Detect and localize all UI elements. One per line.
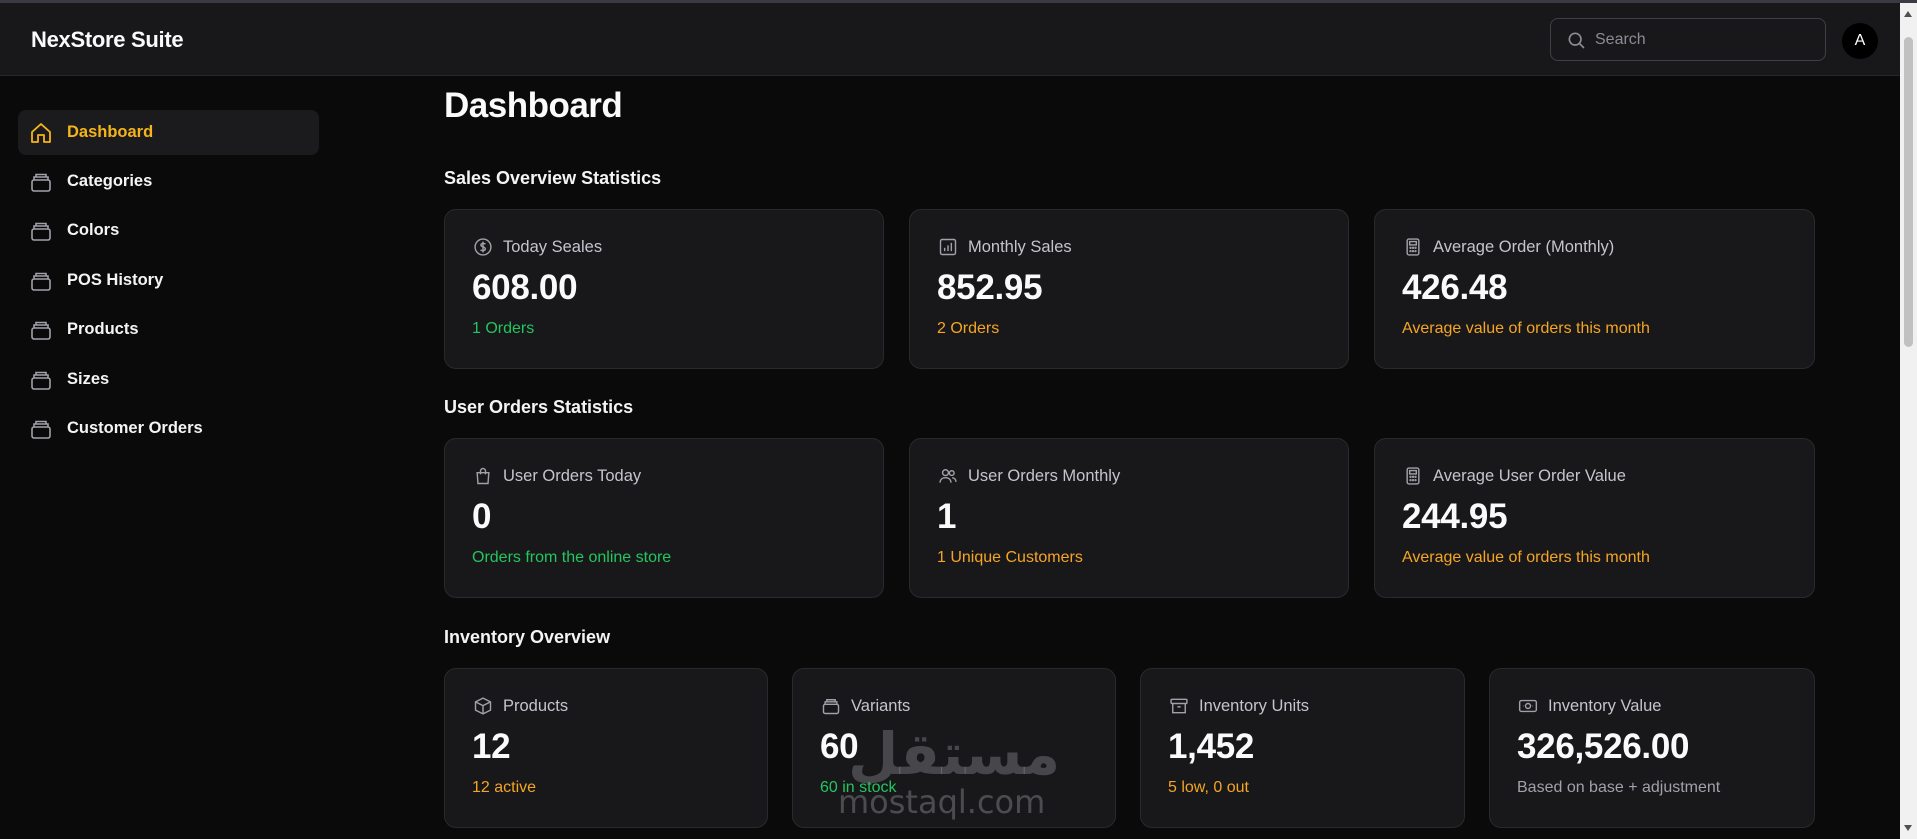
card-subtext: 2 Orders (937, 320, 1000, 337)
box-icon (28, 268, 54, 294)
card-label: Monthly Sales (968, 237, 1072, 256)
card-subtext: 5 low, 0 out (1168, 779, 1249, 796)
section-title-user-orders: User Orders Statistics (444, 397, 634, 417)
card-value: 608.00 (472, 268, 578, 307)
box-icon (28, 169, 54, 195)
box-icon (28, 317, 54, 343)
home-icon (28, 120, 54, 146)
box-icon (28, 416, 54, 442)
package-icon (472, 695, 494, 717)
stat-card-user-orders-today: User Orders Today 0 Orders from the onli… (444, 438, 884, 598)
sidebar-item-products[interactable]: Products (18, 307, 319, 352)
card-value: 60 (820, 727, 859, 766)
sidebar-item-label: Dashboard (67, 123, 154, 141)
sidebar-item-dashboard[interactable]: Dashboard (18, 110, 319, 155)
stat-card-average-order: Average Order (Monthly) 426.48 Average v… (1374, 209, 1815, 369)
shopping-bag-icon (472, 465, 494, 487)
card-subtext: 1 Orders (472, 320, 535, 337)
card-subtext: Average value of orders this month (1402, 549, 1650, 566)
box-icon (820, 695, 842, 717)
calculator-icon (1402, 236, 1424, 258)
calculator-icon (1402, 465, 1424, 487)
card-label: Products (503, 696, 569, 715)
card-label: Today Seales (503, 237, 603, 256)
stat-card-user-orders-monthly: User Orders Monthly 1 1 Unique Customers (909, 438, 1349, 598)
card-subtext: 1 Unique Customers (937, 549, 1083, 566)
card-value: 1 (937, 497, 957, 536)
users-icon (937, 465, 959, 487)
section-title-sales: Sales Overview Statistics (444, 168, 662, 188)
scroll-up-arrow-icon[interactable] (1904, 11, 1912, 17)
card-label: Variants (851, 696, 911, 715)
scrollbar-thumb[interactable] (1904, 37, 1913, 347)
search-box[interactable] (1550, 18, 1826, 61)
archive-icon (1168, 695, 1190, 717)
card-label: Inventory Value (1548, 696, 1662, 715)
card-label: Inventory Units (1199, 696, 1310, 715)
stat-card-average-user-order: Average User Order Value 244.95 Average … (1374, 438, 1815, 598)
stat-card-products: Products 12 12 active (444, 668, 768, 828)
stat-card-variants: Variants 60 60 in stock (792, 668, 1116, 828)
stat-card-monthly-sales: Monthly Sales 852.95 2 Orders (909, 209, 1349, 369)
sidebar-item-label: Customer Orders (67, 419, 203, 437)
sidebar-item-label: Sizes (67, 370, 110, 388)
card-value: 426.48 (1402, 268, 1508, 307)
search-input[interactable] (1595, 19, 1815, 60)
box-icon (28, 367, 54, 393)
stat-card-inventory-value: Inventory Value 326,526.00 Based on base… (1489, 668, 1815, 828)
sidebar-item-categories[interactable]: Categories (18, 159, 319, 204)
card-value: 1,452 (1168, 727, 1255, 766)
dollar-icon (472, 236, 494, 258)
sidebar-item-label: Products (67, 320, 139, 338)
brand-logo-text[interactable]: NexStore Suite (31, 27, 184, 53)
stat-card-inventory-units: Inventory Units 1,452 5 low, 0 out (1140, 668, 1465, 828)
sidebar-item-colors[interactable]: Colors (18, 208, 319, 253)
card-value: 12 (472, 727, 511, 766)
box-icon (28, 218, 54, 244)
sidebar-item-label: Colors (67, 221, 120, 239)
card-subtext: Average value of orders this month (1402, 320, 1650, 337)
banknote-icon (1517, 695, 1539, 717)
card-subtext: 12 active (472, 779, 537, 796)
sidebar-item-label: POS History (67, 271, 164, 289)
card-label: Average Order (Monthly) (1433, 237, 1615, 256)
card-subtext: Orders from the online store (472, 549, 672, 566)
card-label: Average User Order Value (1433, 466, 1626, 485)
page-title: Dashboard (444, 86, 623, 125)
bar-chart-icon (937, 236, 959, 258)
card-subtext: 60 in stock (820, 779, 897, 796)
user-avatar[interactable]: A (1842, 23, 1878, 59)
stat-card-today-sales: Today Seales 608.00 1 Orders (444, 209, 884, 369)
sidebar-item-pos-history[interactable]: POS History (18, 258, 319, 303)
card-value: 244.95 (1402, 497, 1508, 536)
scroll-down-arrow-icon[interactable] (1904, 825, 1912, 831)
card-label: User Orders Today (503, 466, 642, 485)
card-value: 0 (472, 497, 492, 536)
sidebar-item-sizes[interactable]: Sizes (18, 357, 319, 402)
card-value: 326,526.00 (1517, 727, 1690, 766)
sidebar: Dashboard Categories Colors POS History … (0, 77, 340, 839)
page-scrollbar[interactable] (1900, 3, 1917, 839)
card-label: User Orders Monthly (968, 466, 1121, 485)
sidebar-item-label: Categories (67, 172, 153, 190)
sidebar-item-customer-orders[interactable]: Customer Orders (18, 406, 319, 451)
search-icon (1568, 32, 1585, 49)
section-title-inventory: Inventory Overview (444, 627, 611, 647)
top-header: NexStore Suite A (0, 3, 1900, 76)
card-value: 852.95 (937, 268, 1043, 307)
card-subtext: Based on base + adjustment (1517, 779, 1721, 796)
